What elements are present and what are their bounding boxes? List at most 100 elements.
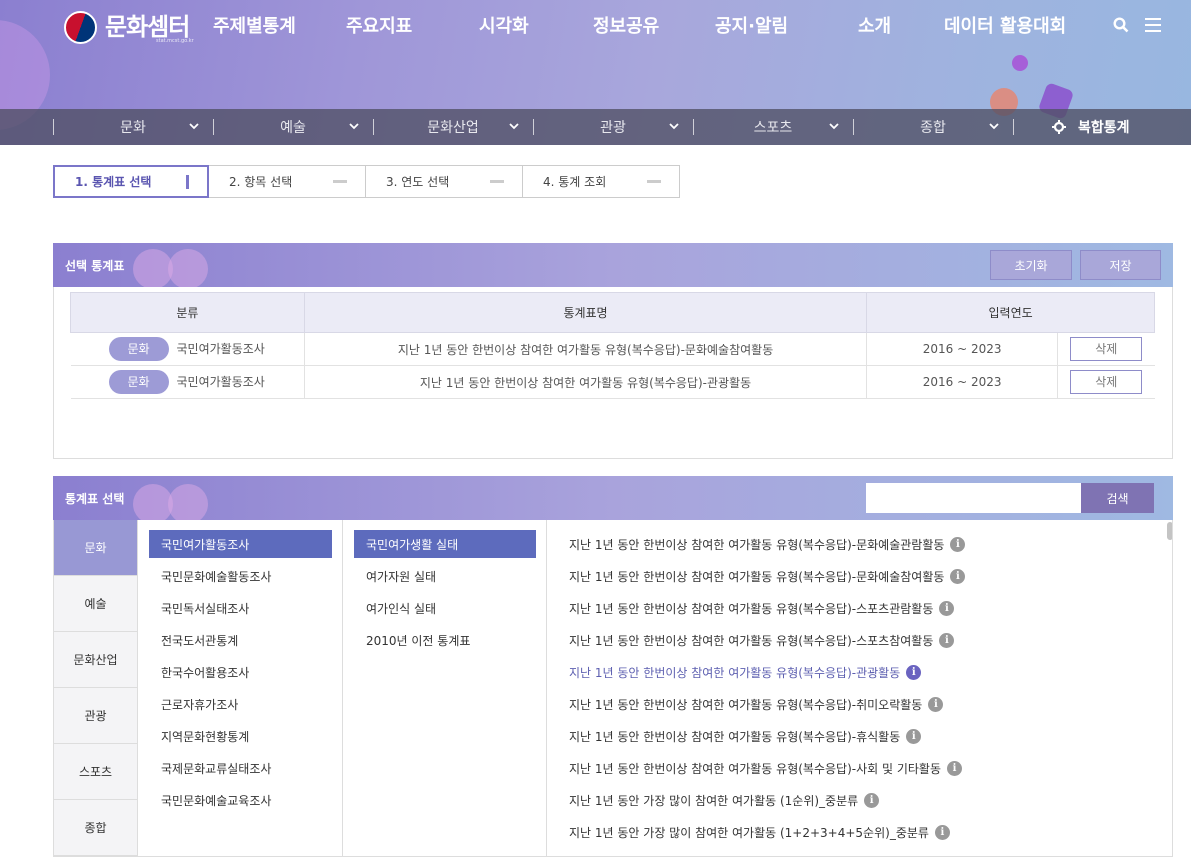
scrollbar[interactable] bbox=[1166, 520, 1172, 856]
subnav-item-culture-industry[interactable]: 문화산업 bbox=[373, 109, 533, 145]
subnav-item-sports[interactable]: 스포츠 bbox=[693, 109, 853, 145]
site-logo[interactable]: 문화셈터 stat.mcst.go.kr bbox=[64, 10, 194, 44]
survey-name: 국민여가활동조사 bbox=[176, 375, 265, 389]
delete-button[interactable]: 삭제 bbox=[1070, 337, 1143, 361]
tab-sports[interactable]: 스포츠 bbox=[54, 744, 138, 800]
subnav-item-culture[interactable]: 문화 bbox=[53, 109, 213, 145]
gnb-item-indicators[interactable]: 주요지표 bbox=[346, 12, 412, 38]
stat-table-list: 지난 1년 동안 한번이상 참여한 여가활동 유형(복수응답)-문화예술관람활동… bbox=[547, 520, 1172, 856]
subnav-label: 예술 bbox=[280, 120, 306, 136]
chevron-down-icon bbox=[669, 123, 679, 130]
info-icon[interactable]: i bbox=[939, 600, 955, 616]
subnav-label: 복합통계 bbox=[1078, 120, 1130, 136]
subgroup-list: 국민여가생활 실태 여가자원 실태 여가인식 실태 2010년 이전 통계표 bbox=[343, 520, 547, 856]
divider bbox=[1013, 119, 1014, 135]
stat-table-item[interactable]: 지난 1년 동안 한번이상 참여한 여가활동 유형(복수응답)-스포츠참여활동 i bbox=[547, 626, 1172, 654]
gnb-item-about[interactable]: 소개 bbox=[858, 12, 891, 38]
save-button[interactable]: 저장 bbox=[1080, 250, 1161, 280]
category-cell: 문화 국민여가활동조사 bbox=[70, 365, 305, 399]
gnb-item-data-contest[interactable]: 데이터 활용대회 bbox=[944, 12, 1066, 38]
stat-table-item[interactable]: 지난 1년 동안 한번이상 참여한 여가활동 유형(복수응답)-문화예술관람활동… bbox=[547, 530, 1172, 558]
reset-button[interactable]: 초기화 bbox=[990, 250, 1072, 280]
gnb-item-notice[interactable]: 공지·알림 bbox=[715, 12, 788, 38]
info-icon[interactable]: i bbox=[864, 792, 880, 808]
subnav-item-arts[interactable]: 예술 bbox=[213, 109, 373, 145]
gnb-item-visualization[interactable]: 시각화 bbox=[479, 12, 529, 38]
chevron-down-icon bbox=[189, 123, 199, 130]
column-header: 분류 bbox=[70, 292, 305, 333]
stat-table-item[interactable]: 지난 1년 동안 가장 많이 참여한 여가활동 (1순위)_중분류 i bbox=[547, 786, 1172, 814]
logo-text: 문화셈터 bbox=[105, 12, 190, 41]
decor-circle bbox=[168, 484, 208, 520]
stat-table-label: 지난 1년 동안 한번이상 참여한 여가활동 유형(복수응답)-스포츠관람활동 bbox=[569, 601, 934, 616]
list-item[interactable]: 국제문화교류실태조사 bbox=[149, 754, 332, 782]
info-icon[interactable]: i bbox=[947, 760, 963, 776]
list-item[interactable]: 국민문화예술활동조사 bbox=[149, 562, 332, 590]
step-select-year[interactable]: 3. 연도 선택 bbox=[366, 165, 523, 198]
stat-table-item[interactable]: 지난 1년 동안 한번이상 참여한 여가활동 유형(복수응답)-휴식활동 i bbox=[547, 722, 1172, 750]
step-label: 2. 항목 선택 bbox=[229, 175, 293, 189]
stat-table-item[interactable]: 지난 1년 동안 한번이상 참여한 여가활동 유형(복수응답)-사회 및 기타활… bbox=[547, 754, 1172, 782]
search-icon[interactable] bbox=[1113, 17, 1129, 33]
step-label: 1. 통계표 선택 bbox=[75, 175, 152, 189]
delete-button[interactable]: 삭제 bbox=[1070, 370, 1143, 394]
subnav-label: 종합 bbox=[920, 120, 946, 136]
step-select-table[interactable]: 1. 통계표 선택 bbox=[53, 165, 209, 198]
stat-table-item[interactable]: 지난 1년 동안 한번이상 참여한 여가활동 유형(복수응답)-관광활동 i bbox=[547, 658, 1172, 686]
info-icon[interactable]: i bbox=[928, 696, 944, 712]
hamburger-menu-icon[interactable] bbox=[1145, 18, 1161, 32]
info-icon[interactable]: i bbox=[950, 568, 966, 584]
list-item[interactable]: 지역문화현황통계 bbox=[149, 722, 332, 750]
category-badge: 문화 bbox=[108, 370, 169, 394]
list-item[interactable]: 여가자원 실태 bbox=[354, 562, 536, 590]
step-select-item[interactable]: 2. 항목 선택 bbox=[209, 165, 366, 198]
column-header: 통계표명 bbox=[303, 292, 868, 333]
info-icon[interactable]: i bbox=[934, 824, 950, 840]
list-item[interactable]: 국민독서실태조사 bbox=[149, 594, 332, 622]
scrollbar-thumb[interactable] bbox=[1167, 522, 1172, 540]
site-header: 문화셈터 stat.mcst.go.kr 주제별통계 주요지표 시각화 정보공유… bbox=[0, 0, 1191, 145]
info-icon[interactable]: i bbox=[939, 632, 955, 648]
step-label: 3. 연도 선택 bbox=[386, 175, 450, 189]
stat-table-item[interactable]: 지난 1년 동안 가장 많이 참여한 여가활동 (1+2+3+4+5순위)_중분… bbox=[547, 818, 1172, 846]
stat-table-label: 지난 1년 동안 한번이상 참여한 여가활동 유형(복수응답)-스포츠참여활동 bbox=[569, 633, 934, 648]
tab-tourism[interactable]: 관광 bbox=[54, 688, 138, 744]
table-name-cell: 지난 1년 동안 한번이상 참여한 여가활동 유형(복수응답)-관광활동 bbox=[304, 365, 868, 399]
step-indicator bbox=[647, 180, 661, 183]
subnav-item-compound-stats[interactable]: 복합통계 bbox=[1052, 109, 1130, 145]
subnav-label: 관광 bbox=[600, 120, 626, 136]
gnb-item-topics[interactable]: 주제별통계 bbox=[213, 12, 296, 38]
list-item[interactable]: 국민문화예술교육조사 bbox=[149, 786, 332, 814]
subnav-item-general[interactable]: 종합 bbox=[853, 109, 1013, 145]
list-item[interactable]: 2010년 이전 통계표 bbox=[354, 626, 536, 654]
stat-table-label: 지난 1년 동안 가장 많이 참여한 여가활동 (1+2+3+4+5순위)_중분… bbox=[569, 825, 929, 840]
gnb-item-info-share[interactable]: 정보공유 bbox=[593, 12, 659, 38]
panel-title: 선택 통계표 bbox=[65, 259, 125, 273]
tab-culture[interactable]: 문화 bbox=[54, 520, 138, 576]
tab-arts[interactable]: 예술 bbox=[54, 576, 138, 632]
step-view-stats[interactable]: 4. 통계 조회 bbox=[523, 165, 680, 198]
list-item[interactable]: 근로자휴가조사 bbox=[149, 690, 332, 718]
info-icon[interactable]: i bbox=[950, 536, 966, 552]
tab-culture-industry[interactable]: 문화산업 bbox=[54, 632, 138, 688]
list-item[interactable]: 국민여가활동조사 bbox=[149, 530, 332, 558]
list-item[interactable]: 국민여가생활 실태 bbox=[354, 530, 536, 558]
search-input[interactable] bbox=[866, 483, 1081, 513]
list-item[interactable]: 전국도서관통계 bbox=[149, 626, 332, 654]
list-item[interactable]: 한국수어활용조사 bbox=[149, 658, 332, 686]
info-icon[interactable]: i bbox=[906, 664, 922, 680]
decor-circle bbox=[168, 249, 208, 287]
search-button[interactable]: 검색 bbox=[1081, 483, 1154, 513]
subnav-item-tourism[interactable]: 관광 bbox=[533, 109, 693, 145]
step-indicator bbox=[333, 180, 347, 183]
stat-table-item[interactable]: 지난 1년 동안 한번이상 참여한 여가활동 유형(복수응답)-스포츠관람활동 i bbox=[547, 594, 1172, 622]
stat-table-item[interactable]: 지난 1년 동안 한번이상 참여한 여가활동 유형(복수응답)-문화예술참여활동… bbox=[547, 562, 1172, 590]
list-item[interactable]: 여가인식 실태 bbox=[354, 594, 536, 622]
step-progress: 1. 통계표 선택 2. 항목 선택 3. 연도 선택 4. 통계 조회 bbox=[53, 165, 680, 198]
selected-tables-body: 분류 통계표명 입력연도 문화 국민여가활동조사 지난 1년 동안 한번이상 참여… bbox=[53, 287, 1173, 459]
tab-general[interactable]: 종합 bbox=[54, 800, 138, 856]
stat-table-item[interactable]: 지난 1년 동안 한번이상 참여한 여가활동 유형(복수응답)-취미오락활동 i bbox=[547, 690, 1172, 718]
decor-circle bbox=[133, 484, 173, 520]
category-subnav: 문화 예술 문화산업 관광 스포츠 종합 복합통계 bbox=[0, 109, 1191, 145]
info-icon[interactable]: i bbox=[906, 728, 922, 744]
